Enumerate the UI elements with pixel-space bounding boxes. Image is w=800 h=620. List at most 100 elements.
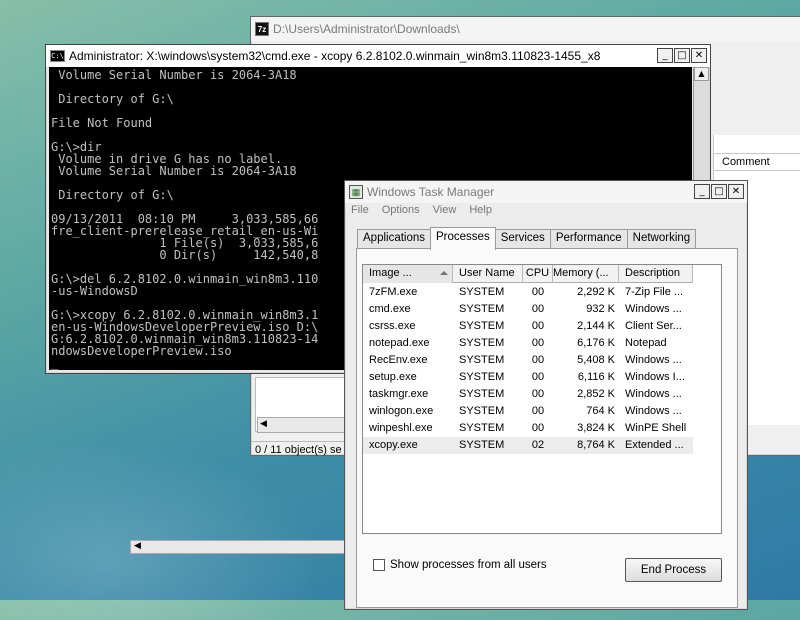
process-cell-cpu: 00	[531, 405, 545, 417]
process-cell-cpu: 00	[531, 354, 545, 366]
process-row[interactable]: xcopy.exe SYSTEM 02 8,764 K Extended ...	[363, 437, 693, 454]
process-cell-user: SYSTEM	[459, 354, 505, 366]
column-header-cpu[interactable]: CPU	[523, 265, 553, 283]
cmd-window-controls: _ □ ✕	[657, 48, 707, 63]
process-cell-image: cmd.exe	[369, 303, 411, 315]
cmd-titlebar[interactable]: C:\ Administrator: X:\windows\system32\c…	[46, 45, 710, 67]
scroll-left-icon[interactable]: ◀	[260, 419, 267, 429]
maximize-icon[interactable]: □	[711, 184, 727, 199]
explorer-bottom-scrollbar[interactable]: ◀	[130, 540, 350, 554]
process-cell-image: notepad.exe	[369, 337, 430, 349]
show-all-label: Show processes from all users	[390, 559, 547, 571]
menu-view[interactable]: View	[433, 204, 457, 222]
scroll-left-icon[interactable]: ◀	[134, 541, 141, 551]
menu-options[interactable]: Options	[382, 204, 420, 222]
process-row[interactable]: setup.exe SYSTEM 00 6,116 K Windows I...	[363, 369, 693, 386]
console-line: Volume Serial Number is 2064-3A18	[51, 68, 297, 82]
process-cell-desc: Extended ...	[625, 439, 684, 451]
process-cell-image: csrss.exe	[369, 320, 416, 332]
console-line: Directory of G:\	[51, 92, 174, 106]
process-row[interactable]: taskmgr.exe SYSTEM 00 2,852 K Windows ...	[363, 386, 693, 403]
process-cell-cpu: 00	[531, 371, 545, 383]
column-header-image-label: Image ...	[369, 267, 412, 279]
process-row[interactable]: winlogon.exe SYSTEM 00 764 K Windows ...	[363, 403, 693, 420]
process-cell-user: SYSTEM	[459, 388, 505, 400]
process-row[interactable]: csrss.exe SYSTEM 00 2,144 K Client Ser...	[363, 318, 693, 335]
console-line: File Not Found	[51, 116, 153, 130]
tab-applications[interactable]: Applications	[357, 229, 432, 249]
process-cell-desc: Windows ...	[625, 303, 682, 315]
process-cell-image: winpeshl.exe	[369, 422, 433, 434]
console-line: Volume Serial Number is 2064-3A18	[51, 164, 297, 178]
console-icon: C:\	[50, 50, 65, 62]
process-cell-mem: 2,144 K	[577, 320, 615, 332]
column-header-image[interactable]: Image ...	[363, 265, 453, 283]
process-cell-image: taskmgr.exe	[369, 388, 429, 400]
maximize-icon[interactable]: □	[674, 48, 690, 63]
process-cell-mem: 764 K	[586, 405, 615, 417]
process-row[interactable]: RecEnv.exe SYSTEM 00 5,408 K Windows ...	[363, 352, 693, 369]
process-row[interactable]: 7zFM.exe SYSTEM 00 2,292 K 7-Zip File ...	[363, 284, 693, 301]
process-cell-mem: 8,764 K	[577, 439, 615, 451]
process-cell-mem: 932 K	[586, 303, 615, 315]
close-icon[interactable]: ✕	[728, 184, 744, 199]
task-manager-window[interactable]: ▦ Windows Task Manager _ □ ✕ File Option…	[344, 180, 748, 610]
tab-networking[interactable]: Networking	[626, 229, 697, 249]
process-cell-image: setup.exe	[369, 371, 417, 383]
taskmgr-titlebar[interactable]: ▦ Windows Task Manager	[345, 181, 747, 203]
process-cell-desc: Client Ser...	[625, 320, 682, 332]
menu-file[interactable]: File	[351, 204, 369, 222]
close-icon[interactable]: ✕	[691, 48, 707, 63]
process-row[interactable]: cmd.exe SYSTEM 00 932 K Windows ...	[363, 301, 693, 318]
explorer-title: D:\Users\Administrator\Downloads\	[273, 22, 460, 36]
show-all-processes-checkbox[interactable]: Show processes from all users	[373, 559, 547, 571]
end-process-button[interactable]: End Process	[625, 558, 722, 582]
taskmgr-title: Windows Task Manager	[367, 185, 495, 199]
process-cell-cpu: 00	[531, 422, 545, 434]
task-manager-icon: ▦	[349, 185, 363, 199]
process-cell-desc: 7-Zip File ...	[625, 286, 684, 298]
process-list[interactable]: Image ... User Name CPU Memory (... Desc…	[362, 264, 722, 534]
sort-ascending-icon	[440, 271, 448, 275]
process-cell-user: SYSTEM	[459, 286, 505, 298]
taskmgr-tabs: Applications Processes Services Performa…	[357, 227, 697, 250]
minimize-icon[interactable]: _	[657, 48, 673, 63]
process-cell-cpu: 00	[531, 388, 545, 400]
explorer-titlebar[interactable]: 7z D:\Users\Administrator\Downloads\	[251, 17, 800, 41]
column-header-memory[interactable]: Memory (...	[553, 265, 619, 283]
7zip-icon: 7z	[255, 22, 269, 36]
tab-services[interactable]: Services	[494, 229, 551, 249]
process-cell-desc: Notepad	[625, 337, 667, 349]
process-cell-desc: Windows ...	[625, 354, 682, 366]
column-header-comment[interactable]: Comment	[713, 153, 800, 171]
process-row[interactable]: notepad.exe SYSTEM 00 6,176 K Notepad	[363, 335, 693, 352]
checkbox-box[interactable]	[373, 559, 385, 571]
scroll-up-icon[interactable]: ▲	[694, 67, 709, 81]
process-cell-desc: Windows ...	[625, 405, 682, 417]
process-cell-desc: Windows ...	[625, 388, 682, 400]
process-cell-mem: 6,116 K	[577, 371, 615, 383]
process-cell-cpu: 00	[531, 286, 545, 298]
process-cell-image: winlogon.exe	[369, 405, 434, 417]
process-row[interactable]: winpeshl.exe SYSTEM 00 3,824 K WinPE Shell	[363, 420, 693, 437]
process-list-header: Image ... User Name CPU Memory (... Desc…	[363, 265, 693, 283]
taskmgr-window-controls: _ □ ✕	[694, 184, 744, 199]
process-cell-desc: WinPE Shell	[625, 422, 687, 434]
process-cell-mem: 2,292 K	[577, 286, 615, 298]
process-cell-cpu: 02	[531, 439, 545, 451]
cmd-title: Administrator: X:\windows\system32\cmd.e…	[69, 49, 601, 63]
process-cell-mem: 6,176 K	[577, 337, 615, 349]
process-cell-mem: 5,408 K	[577, 354, 615, 366]
process-cell-image: RecEnv.exe	[369, 354, 428, 366]
process-cell-user: SYSTEM	[459, 371, 505, 383]
tab-performance[interactable]: Performance	[549, 229, 628, 249]
minimize-icon[interactable]: _	[694, 184, 710, 199]
column-header-description[interactable]: Description	[619, 265, 693, 283]
column-header-user[interactable]: User Name	[453, 265, 523, 283]
process-cell-image: 7zFM.exe	[369, 286, 418, 298]
explorer-hscrollbar[interactable]: ◀	[257, 417, 347, 433]
process-cell-desc: Windows I...	[625, 371, 685, 383]
tab-processes[interactable]: Processes	[430, 227, 496, 250]
menu-help[interactable]: Help	[469, 204, 492, 222]
process-cell-user: SYSTEM	[459, 422, 505, 434]
